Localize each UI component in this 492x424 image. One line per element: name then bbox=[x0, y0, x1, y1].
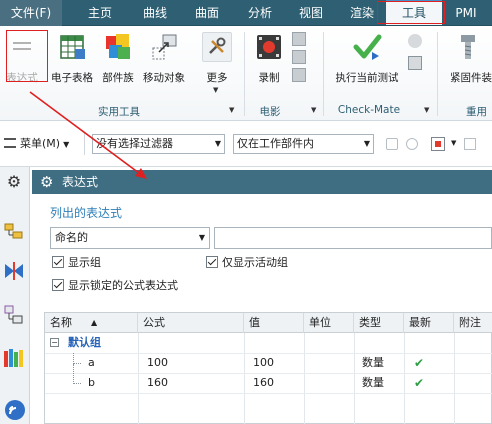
nx-window: 文件(F) 主页 曲线 曲面 分析 视图 渲染 工具 PMI 表达式 电子表格 … bbox=[0, 0, 492, 424]
annotation-arrow bbox=[29, 91, 147, 179]
